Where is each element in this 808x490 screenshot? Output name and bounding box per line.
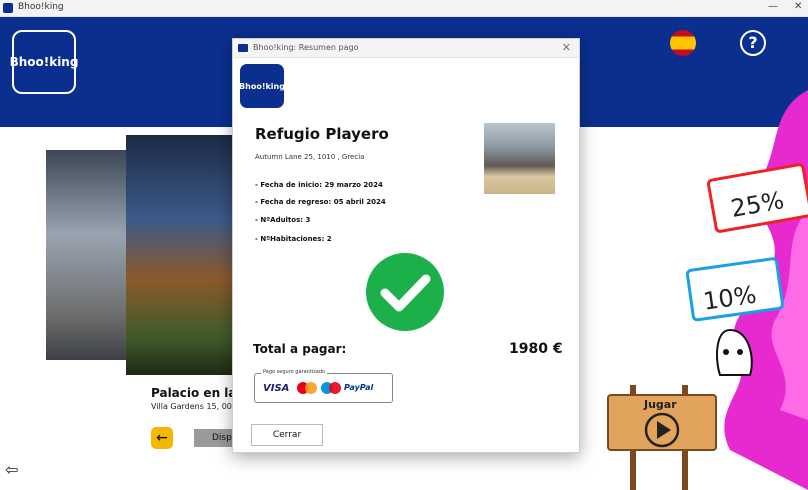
hotel-card-address: Villa Gardens 15, 001 bbox=[151, 402, 237, 411]
paypal-logo: PayPal bbox=[344, 383, 374, 392]
spain-flag-icon[interactable] bbox=[670, 30, 696, 56]
mastercard-icon bbox=[297, 382, 317, 394]
return-date: - Fecha de regreso: 05 abril 2024 bbox=[255, 198, 386, 206]
hotel-name: Refugio Playero bbox=[255, 125, 389, 143]
help-icon[interactable]: ? bbox=[740, 30, 766, 56]
payment-summary-dialog: Bhoo!king: Resumen pago ✕ Bhoo!king Refu… bbox=[232, 38, 580, 453]
dialog-brand-logo: Bhoo!king bbox=[239, 64, 285, 108]
adults-count: - NºAdultos: 3 bbox=[255, 216, 311, 224]
app-title: Bhoo!king bbox=[18, 2, 64, 12]
total-value: 1980 € bbox=[509, 341, 563, 357]
secure-payment-label: Pago seguro garantizado bbox=[261, 369, 328, 375]
back-arrow-icon[interactable]: ← bbox=[151, 427, 173, 449]
dialog-title: Bhoo!king: Resumen pago bbox=[253, 43, 359, 52]
app-titlebar: Bhoo!king — ✕ bbox=[0, 0, 808, 17]
rooms-count: - NºHabitaciones: 2 bbox=[255, 235, 332, 243]
close-button[interactable]: Cerrar bbox=[251, 424, 323, 446]
dialog-titlebar: Bhoo!king: Resumen pago ✕ bbox=[233, 39, 579, 58]
hotel-thumbnail bbox=[484, 123, 555, 194]
close-window-button[interactable]: ✕ bbox=[794, 1, 802, 12]
total-label: Total a pagar: bbox=[253, 342, 347, 356]
app-icon bbox=[3, 3, 13, 13]
visa-logo: VISA bbox=[263, 383, 290, 394]
logout-icon[interactable]: ⇦ bbox=[5, 460, 18, 479]
dialog-close-icon[interactable]: ✕ bbox=[562, 41, 571, 54]
dialog-app-icon bbox=[238, 44, 248, 52]
brand-logo[interactable]: Bhoo!king bbox=[10, 30, 78, 94]
minimize-button[interactable]: — bbox=[768, 1, 778, 12]
success-check-icon bbox=[366, 253, 444, 331]
promo-decoration: 25% 10% Jugar bbox=[607, 90, 808, 490]
maestro-icon bbox=[321, 382, 341, 394]
hotel-address: Autumn Lane 25, 1010 , Grecia bbox=[255, 153, 365, 161]
hotel-photo-secondary bbox=[46, 150, 130, 360]
secure-payment-box: Pago seguro garantizado VISA PayPal bbox=[254, 369, 393, 403]
play-label: Jugar bbox=[643, 398, 677, 411]
start-date: - Fecha de inicio: 29 marzo 2024 bbox=[255, 181, 383, 189]
